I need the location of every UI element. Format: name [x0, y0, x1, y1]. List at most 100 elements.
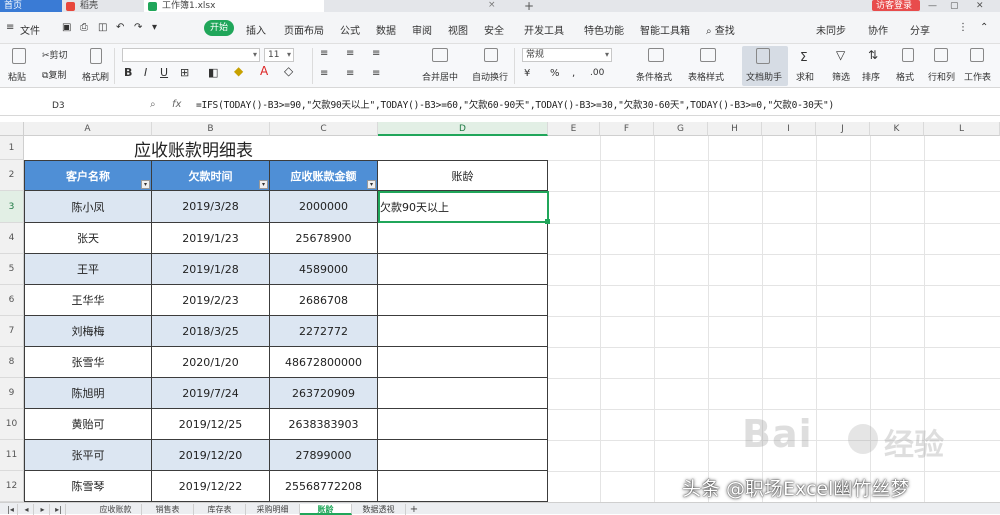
tab-docer[interactable]: 稻壳 — [62, 0, 142, 12]
menu-data[interactable]: 数据 — [376, 22, 396, 37]
row-header[interactable]: 12 — [0, 471, 24, 502]
align-center-icon[interactable]: ≡ — [346, 68, 354, 79]
currency-icon[interactable]: ¥ — [524, 68, 530, 79]
cell-amount[interactable]: 27899000 — [270, 440, 378, 471]
italic-icon[interactable]: I — [144, 66, 147, 79]
number-format-select[interactable]: 常规 ▾ — [522, 48, 612, 62]
bold-icon[interactable]: B — [124, 66, 132, 79]
format-button[interactable]: 格式 — [896, 70, 914, 83]
menu-view[interactable]: 视图 — [448, 22, 468, 37]
fill-handle[interactable] — [545, 219, 550, 224]
collapse-ribbon-icon[interactable]: ⌃ — [980, 22, 988, 33]
sum-icon[interactable]: Σ — [800, 50, 808, 64]
format-painter-button[interactable]: 格式刷 — [82, 70, 109, 83]
copy-button[interactable]: ⧉复制 — [42, 68, 66, 81]
minimize-icon[interactable]: — — [928, 0, 937, 12]
cell-aging[interactable] — [378, 347, 548, 378]
wrap-text-button[interactable]: 自动换行 — [472, 70, 508, 83]
cell-date[interactable]: 2019/2/23 — [152, 285, 270, 316]
paste-button[interactable]: 粘贴 — [8, 70, 26, 83]
column-header-c[interactable]: C — [270, 122, 378, 136]
fill-color-icon[interactable]: ◧ — [208, 66, 218, 79]
font-size-select[interactable]: 11 ▾ — [264, 48, 294, 62]
filter-dropdown-icon[interactable]: ▾ — [259, 180, 268, 189]
wrap-icon[interactable] — [484, 48, 498, 62]
clear-format-icon[interactable]: ◇ — [284, 64, 293, 78]
sheet-tab[interactable]: 销售表 — [142, 504, 194, 515]
sum-button[interactable]: 求和 — [796, 70, 814, 83]
align-right-icon[interactable]: ≡ — [372, 68, 380, 79]
table-style-button[interactable]: 表格样式 — [688, 70, 724, 83]
cell-aging[interactable] — [378, 254, 548, 285]
app-menu-icon[interactable]: ≡ — [6, 22, 14, 33]
filter-dropdown-icon[interactable]: ▾ — [141, 180, 150, 189]
cell-amount[interactable]: 2638383903 — [270, 409, 378, 440]
cell-amount[interactable]: 2686708 — [270, 285, 378, 316]
column-header-e[interactable]: E — [548, 122, 600, 136]
row-header[interactable]: 4 — [0, 223, 24, 254]
cell-date[interactable]: 2019/7/24 — [152, 378, 270, 409]
login-button[interactable]: 访客登录 — [872, 0, 920, 11]
column-header-i[interactable]: I — [762, 122, 816, 136]
font-family-select[interactable]: ▾ — [122, 48, 260, 62]
cell-date[interactable]: 2020/1/20 — [152, 347, 270, 378]
maximize-icon[interactable]: ▢ — [950, 0, 959, 12]
cell-name[interactable]: 刘梅梅 — [25, 316, 152, 347]
formula-input[interactable]: =IFS(TODAY()-B3>=90,"欠款90天以上",TODAY()-B3… — [196, 99, 834, 113]
prev-sheet-icon[interactable]: ◂ — [20, 504, 34, 515]
cell-name[interactable]: 陈旭明 — [25, 378, 152, 409]
font-color-icon[interactable]: A — [260, 64, 268, 78]
table-title[interactable]: 应收账款明细表 — [24, 136, 548, 161]
sheet-tab[interactable]: 数据透视 — [352, 504, 406, 515]
header-date[interactable]: 欠款时间 ▾ — [152, 161, 270, 191]
menu-page-layout[interactable]: 页面布局 — [284, 22, 324, 37]
cut-button[interactable]: ✂剪切 — [42, 48, 68, 61]
first-sheet-icon[interactable]: |◂ — [4, 504, 18, 515]
header-customer[interactable]: 客户名称 ▾ — [25, 161, 152, 191]
cell-name[interactable]: 张雪华 — [25, 347, 152, 378]
row-header[interactable]: 2 — [0, 160, 24, 191]
menu-special[interactable]: 特色功能 — [584, 22, 624, 37]
save-icon[interactable]: ▣ — [62, 22, 71, 33]
cell-date[interactable]: 2019/12/20 — [152, 440, 270, 471]
thousands-icon[interactable]: , — [572, 68, 575, 79]
sheet-tab[interactable]: 应收账款 — [90, 504, 142, 515]
menu-search[interactable]: ⌕ 查找 — [706, 22, 735, 37]
format-icon[interactable] — [902, 48, 914, 62]
cell-aging[interactable] — [378, 223, 548, 254]
cell-aging[interactable] — [378, 316, 548, 347]
merge-icon[interactable] — [432, 48, 448, 62]
cell-name[interactable]: 王华华 — [25, 285, 152, 316]
cell-name[interactable]: 王平 — [25, 254, 152, 285]
align-middle-icon[interactable]: ≡ — [346, 48, 354, 59]
cell-date[interactable]: 2019/3/28 — [152, 191, 270, 223]
cell-date[interactable]: 2019/12/22 — [152, 471, 270, 502]
filter-icon[interactable]: ▽ — [836, 48, 845, 62]
cell-amount[interactable]: 263720909 — [270, 378, 378, 409]
conditional-format-icon[interactable] — [648, 48, 664, 62]
row-header[interactable]: 6 — [0, 285, 24, 316]
row-header[interactable]: 9 — [0, 378, 24, 409]
name-box[interactable]: D3 — [4, 99, 134, 113]
cell-amount[interactable]: 4589000 — [270, 254, 378, 285]
row-header[interactable]: 10 — [0, 409, 24, 440]
menu-toolbox[interactable]: 智能工具箱 — [640, 22, 690, 37]
cell-amount[interactable]: 25678900 — [270, 223, 378, 254]
rows-cols-button[interactable]: 行和列 — [928, 70, 955, 83]
row-header[interactable]: 7 — [0, 316, 24, 347]
align-top-icon[interactable]: ≡ — [320, 48, 328, 59]
column-header-a[interactable]: A — [24, 122, 152, 136]
cell-aging[interactable] — [378, 471, 548, 502]
cell-date[interactable]: 2019/12/25 — [152, 409, 270, 440]
align-bottom-icon[interactable]: ≡ — [372, 48, 380, 59]
more-icon[interactable]: ▾ — [152, 22, 157, 33]
filter-dropdown-icon[interactable]: ▾ — [367, 180, 376, 189]
column-header-f[interactable]: F — [600, 122, 654, 136]
column-header-g[interactable]: G — [654, 122, 708, 136]
sort-button[interactable]: 排序 — [862, 70, 880, 83]
row-header[interactable]: 8 — [0, 347, 24, 378]
add-sheet-icon[interactable]: + — [406, 504, 422, 515]
cell-name[interactable]: 陈小凤 — [25, 191, 152, 223]
cell-name[interactable]: 陈雪琴 — [25, 471, 152, 502]
percent-icon[interactable]: % — [550, 68, 560, 79]
